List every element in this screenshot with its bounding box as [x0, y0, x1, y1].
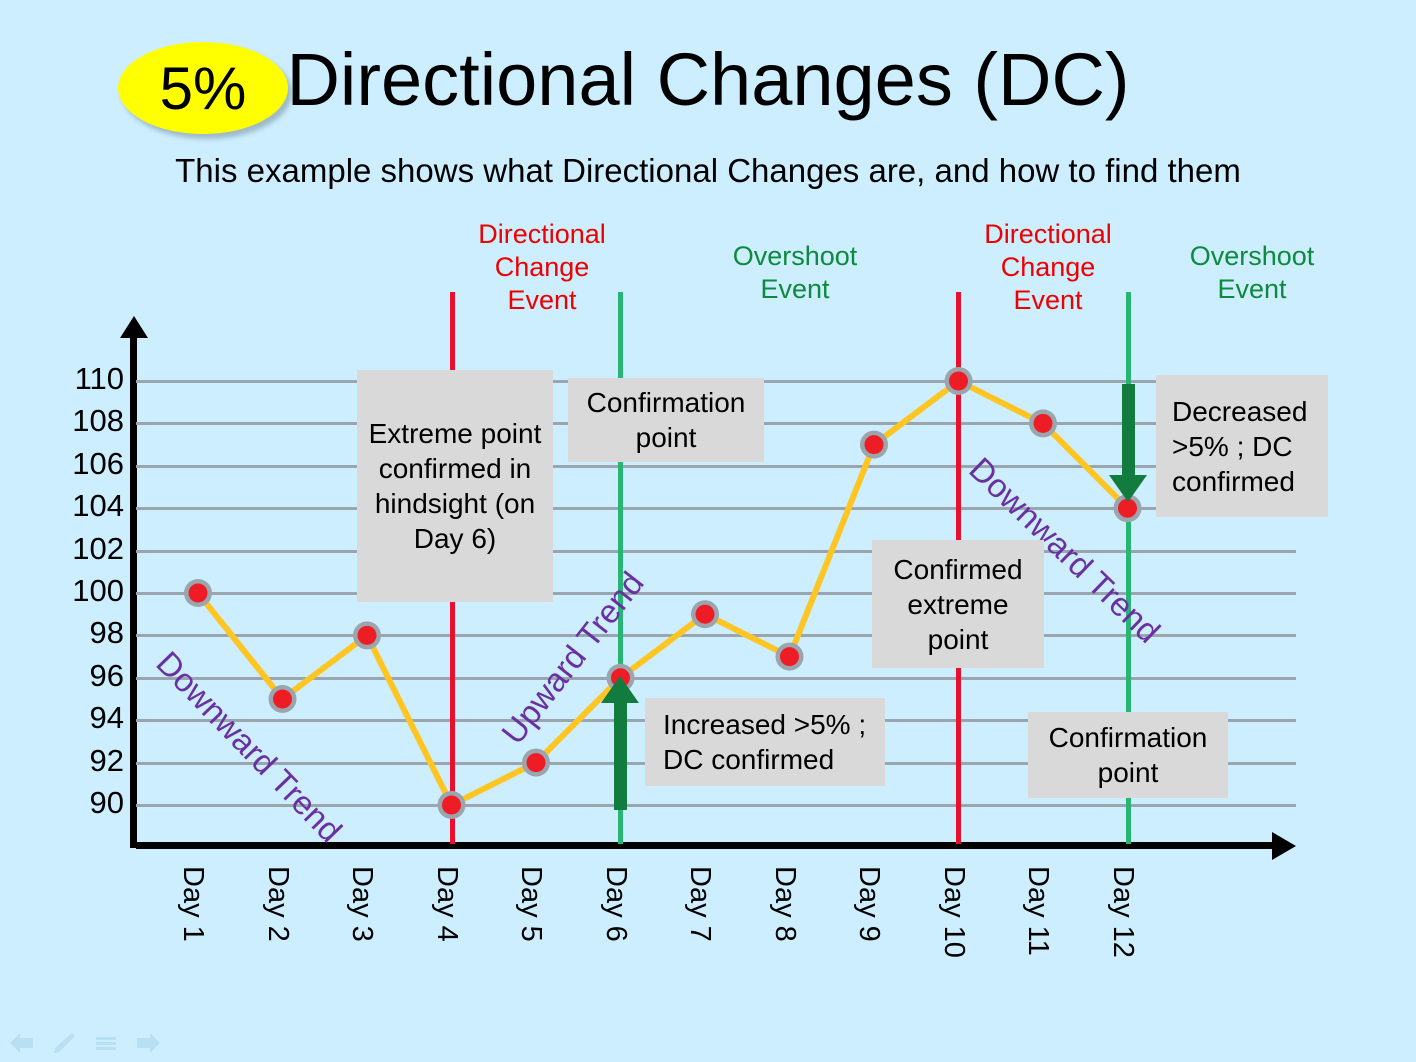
data-point [273, 689, 292, 709]
event-label-dc-2: Directional Change Event [948, 218, 1148, 317]
data-point-ring [775, 642, 804, 671]
y-axis-arrowhead [120, 316, 148, 338]
y-tick-label: 94 [89, 700, 124, 736]
callout-increased: Increased >5% ; DC confirmed [645, 698, 885, 786]
gridline [136, 507, 1296, 511]
callout-decreased: Decreased >5% ; DC confirmed [1156, 375, 1328, 517]
callout-confirmed-extreme-point: Confirmed extreme point [872, 540, 1044, 668]
previous-slide-icon[interactable] [8, 1030, 36, 1056]
event-label-dc-1: Directional Change Event [442, 218, 642, 317]
y-tick-labels: 110 108 106 104 102 100 98 96 94 92 90 [40, 0, 124, 1062]
x-axis [136, 842, 1276, 849]
y-tick-label: 108 [72, 403, 124, 439]
data-point-ring [691, 600, 719, 629]
slide-menu-icon[interactable] [92, 1030, 120, 1056]
y-axis [130, 330, 137, 848]
x-tick-label: Day 3 [346, 866, 378, 942]
down-arrow-head-day12 [1109, 475, 1147, 502]
x-tick-label: Day 4 [430, 866, 463, 942]
slideshow-controls[interactable] [8, 1030, 162, 1056]
event-label-line: Directional [478, 219, 606, 249]
y-tick-label: 110 [74, 361, 124, 396]
event-label-line: Event [1217, 274, 1287, 304]
y-tick-label: 90 [89, 785, 124, 820]
slide-canvas: Directional Changes (DC) 5% This example… [0, 0, 1416, 1062]
page-subtitle: This example shows what Directional Chan… [175, 152, 1241, 189]
x-tick-label: Day 6 [599, 866, 632, 942]
event-label-line: Event [1013, 285, 1083, 315]
event-label-overshoot-2: Overshoot Event [1152, 240, 1352, 306]
up-arrow-shaft-day6 [614, 700, 627, 810]
data-point-ring [268, 685, 297, 713]
x-tick-label: Day 2 [261, 866, 294, 942]
trend-label-downward-1: Downward Trend [149, 644, 350, 850]
y-tick-label: 106 [72, 445, 124, 481]
data-point [864, 435, 884, 455]
data-point [695, 604, 715, 624]
next-slide-icon[interactable] [134, 1030, 162, 1056]
threshold-badge: 5% [118, 42, 288, 134]
y-tick-label: 100 [72, 573, 124, 608]
gridline [136, 549, 1296, 553]
event-label-line: Event [760, 274, 830, 304]
y-tick-label: 96 [89, 657, 124, 693]
x-axis-arrowhead [1272, 832, 1296, 860]
callout-confirmation-point-2: Confirmation point [1028, 712, 1228, 798]
y-tick-label: 104 [72, 488, 124, 524]
gridline [136, 676, 1296, 680]
y-tick-label: 102 [72, 530, 124, 566]
pen-icon[interactable] [50, 1030, 78, 1056]
event-label-line: Event [507, 285, 577, 315]
data-point-ring [860, 430, 888, 459]
callout-extreme-point: Extreme point confirmed in hindsight (on… [357, 370, 553, 602]
y-tick-label: 92 [89, 742, 124, 778]
x-tick-label: Day 9 [853, 866, 885, 942]
x-tick-label: Day 5 [515, 866, 547, 942]
x-tick-label: Day 12 [1106, 866, 1139, 958]
event-label-line: Overshoot [1189, 241, 1315, 271]
up-arrow-head-day6 [601, 676, 639, 703]
x-tick-label: Day 10 [937, 866, 970, 958]
callout-confirmation-point-1: Confirmation point [568, 378, 764, 462]
event-label-line: Overshoot [732, 241, 858, 271]
event-label-line: Directional [984, 219, 1112, 249]
down-arrow-shaft-day12 [1122, 384, 1135, 484]
event-label-line: Change [494, 252, 590, 282]
data-point [780, 647, 799, 667]
event-label-line: Change [1000, 252, 1096, 282]
y-tick-label: 98 [89, 615, 124, 651]
x-tick-label: Day 1 [177, 866, 209, 942]
event-label-overshoot-1: Overshoot Event [695, 240, 895, 306]
gridline [136, 634, 1296, 638]
x-tick-label: Day 7 [684, 866, 716, 942]
x-tick-label: Day 11 [1022, 866, 1054, 956]
x-tick-label: Day 8 [768, 866, 801, 942]
